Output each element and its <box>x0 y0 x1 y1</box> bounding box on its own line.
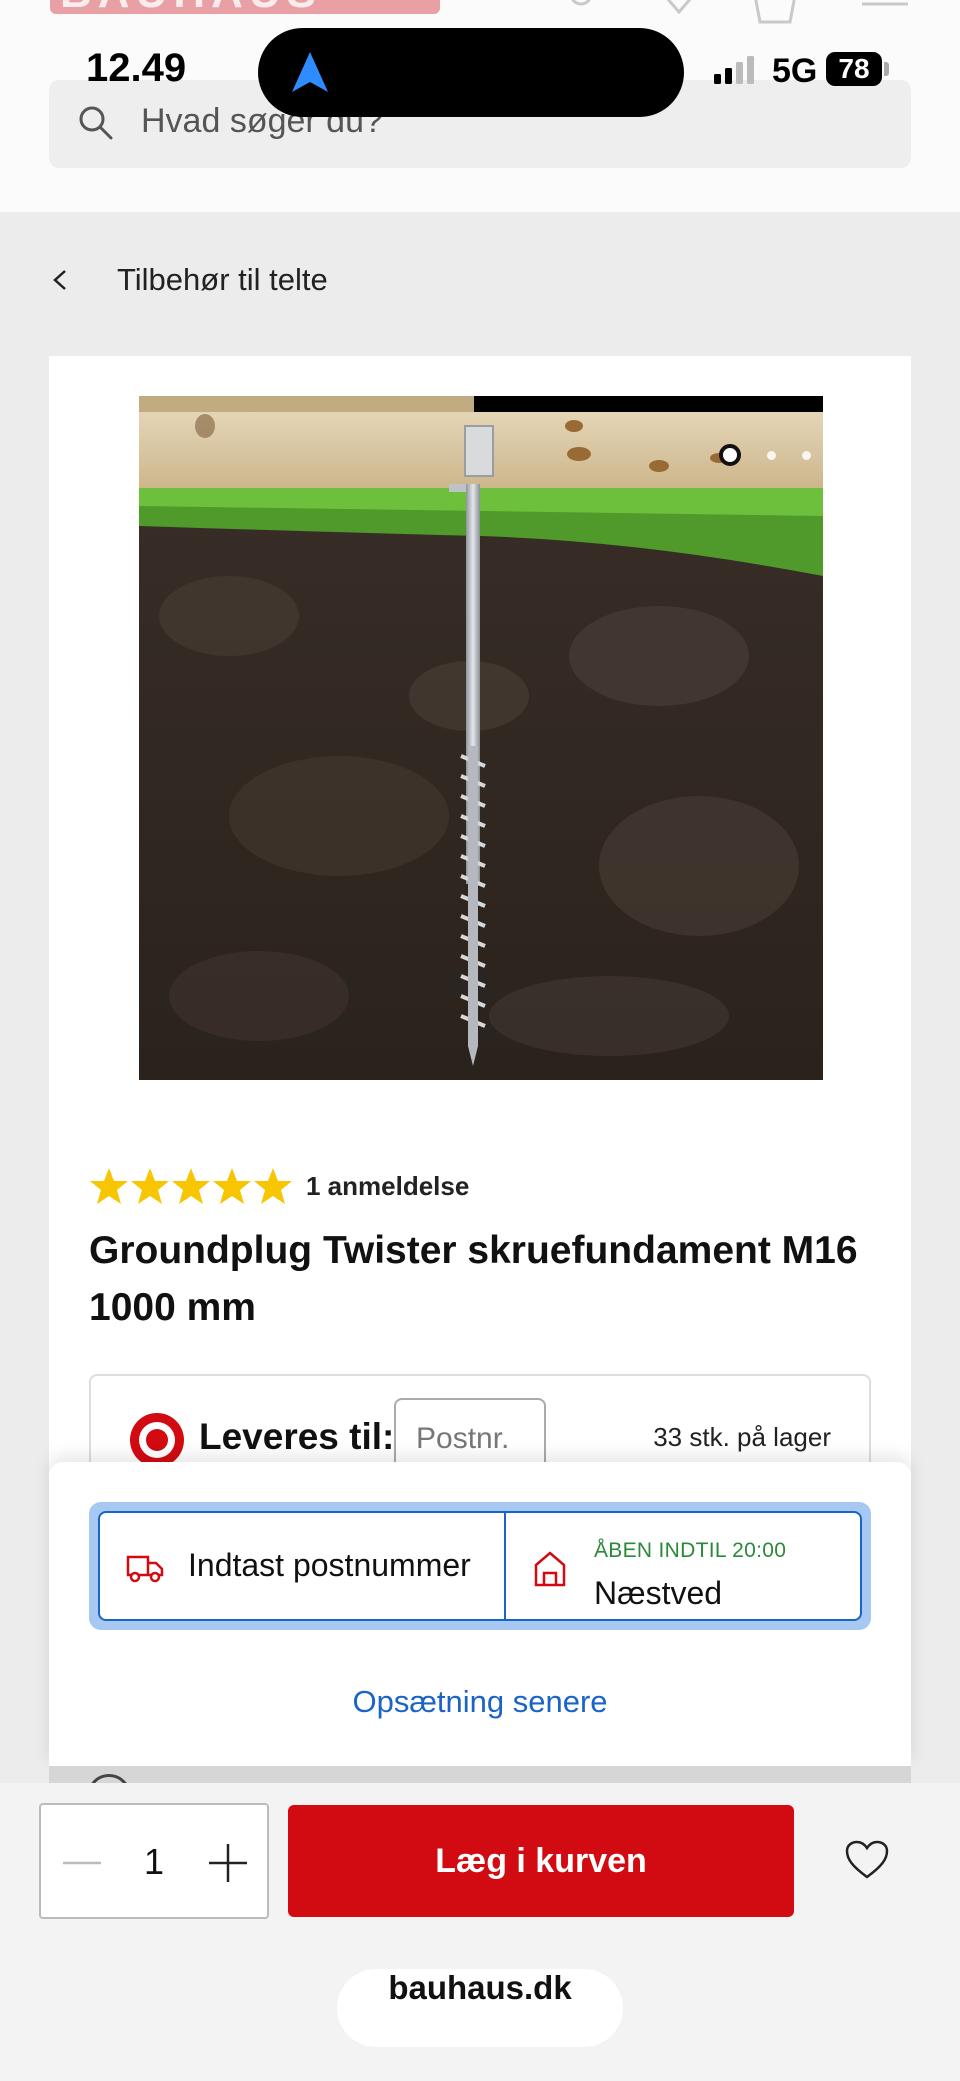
product-rating[interactable]: 1 anmeldelse <box>89 1166 469 1206</box>
product-title: Groundplug Twister skruefundament M16 10… <box>89 1229 858 1329</box>
truck-icon <box>126 1555 164 1583</box>
carousel-dot-active[interactable] <box>719 444 741 466</box>
store-icon <box>534 1551 566 1587</box>
logo-text: BAUHAUS <box>60 0 322 14</box>
store-name: Næstved <box>594 1575 723 1611</box>
stock-status: 33 stk. på lager <box>653 1422 831 1452</box>
breadcrumb[interactable]: Tilbehør til telte <box>49 255 328 305</box>
delivery-choice-inner: Indtast postnummer ÅBEN INDTIL 20:00 Næs… <box>98 1511 862 1621</box>
store-option-button[interactable]: ÅBEN INDTIL 20:00 Næstved <box>506 1513 860 1619</box>
add-to-cart-button[interactable]: Læg i kurven <box>288 1805 794 1917</box>
wishlist-heart-icon[interactable] <box>844 1839 890 1881</box>
delivery-label: Leveres til: <box>199 1416 395 1457</box>
review-count[interactable]: 1 anmeldelse <box>306 1171 469 1202</box>
postcode-option-label: Indtast postnummer <box>188 1547 471 1583</box>
postcode-option-button[interactable]: Indtast postnummer <box>100 1513 506 1619</box>
star-icon <box>172 1168 210 1204</box>
delivery-target-icon <box>130 1413 184 1467</box>
product-image[interactable] <box>139 396 823 1080</box>
delivery-choice-sheet: Indtast postnummer ÅBEN INDTIL 20:00 Næs… <box>49 1462 911 1766</box>
image-carousel-dots[interactable] <box>719 444 823 466</box>
dynamic-island <box>258 28 684 117</box>
network-type: 5G <box>772 52 818 90</box>
signal-icon <box>714 56 754 84</box>
delivery-choice-group: Indtast postnummer ÅBEN INDTIL 20:00 Næs… <box>89 1502 871 1630</box>
store-open-status: ÅBEN INDTIL 20:00 <box>594 1539 787 1562</box>
star-icon <box>90 1168 128 1204</box>
groundplug-illustration <box>139 396 823 1080</box>
status-time: 12.49 <box>86 46 187 90</box>
carousel-dot[interactable] <box>802 450 811 460</box>
plus-icon[interactable] <box>207 1843 249 1883</box>
quantity-value[interactable]: 1 <box>137 1841 171 1883</box>
carousel-dot[interactable] <box>767 450 776 460</box>
heart-icon[interactable] <box>656 0 702 24</box>
star-icon <box>254 1168 292 1204</box>
menu-icon[interactable] <box>862 0 908 24</box>
basket-icon[interactable] <box>752 0 798 24</box>
chevron-left-icon[interactable] <box>49 265 73 295</box>
breadcrumb-label[interactable]: Tilbehør til telte <box>117 262 328 298</box>
battery-icon: 78 <box>826 52 882 86</box>
star-icon <box>131 1168 169 1204</box>
bottom-bar: 1 Læg i kurven bauhaus.dk <box>0 1783 960 2081</box>
navigation-arrow-icon <box>292 52 328 92</box>
star-icon <box>213 1168 251 1204</box>
user-icon[interactable] <box>558 0 604 24</box>
setup-later-link[interactable]: Opsætning senere <box>49 1684 911 1720</box>
bauhaus-logo[interactable]: BAUHAUS <box>50 0 440 14</box>
quantity-stepper[interactable]: 1 <box>39 1803 269 1919</box>
battery-tip <box>884 62 889 76</box>
minus-icon[interactable] <box>61 1843 103 1883</box>
browser-url-bar[interactable]: bauhaus.dk <box>337 1969 623 2047</box>
search-icon <box>79 106 113 140</box>
